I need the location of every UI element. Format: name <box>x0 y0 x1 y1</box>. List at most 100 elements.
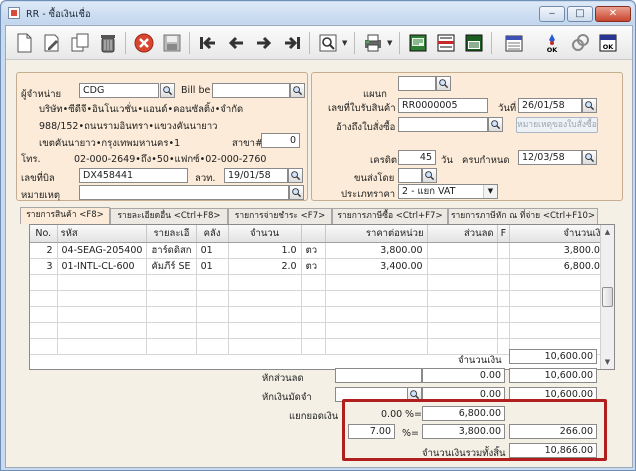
col-amount[interactable]: จำนวนเงิน <box>509 225 612 243</box>
svg-text:OK: OK <box>547 46 559 54</box>
col-unit[interactable] <box>301 225 326 243</box>
calendar-icon[interactable] <box>502 31 526 55</box>
po-reference-input[interactable] <box>398 117 488 132</box>
approve-icon[interactable]: OK <box>540 31 564 55</box>
table-header: No. รหัส รายละเอี คลัง จำนวน ราคาต่อหน่ว… <box>30 225 612 243</box>
scroll-down-icon[interactable]: ▼ <box>601 355 614 369</box>
export-icon[interactable] <box>462 31 486 55</box>
row-quantity[interactable]: 1.0 <box>228 242 302 259</box>
row-flag[interactable] <box>497 258 511 275</box>
bill-date-picker-icon[interactable] <box>288 168 303 183</box>
row-flag[interactable] <box>497 242 511 259</box>
maximize-button[interactable]: □ <box>567 6 593 22</box>
row-code[interactable]: 01-INTL-CL-600 <box>57 258 148 275</box>
first-record-icon[interactable] <box>196 31 220 55</box>
credit-label: เครดิต <box>370 155 398 166</box>
preview-icon[interactable] <box>406 31 430 55</box>
receipt-number-input[interactable]: RR0000005 <box>398 98 488 113</box>
department-lookup-icon[interactable] <box>436 76 451 91</box>
edit-icon[interactable] <box>40 31 64 55</box>
cancel-icon[interactable] <box>132 31 156 55</box>
department-input[interactable] <box>398 76 436 91</box>
billbe-lookup-icon[interactable] <box>290 83 305 98</box>
table-scrollbar[interactable]: ▲ ▼ <box>600 225 614 369</box>
col-quantity[interactable]: จำนวน <box>228 225 302 243</box>
row-unit[interactable]: ตว <box>301 242 326 259</box>
title-bar[interactable]: RR - ซื้อเงินเชื่อ ‒ □ ✕ <box>2 2 634 24</box>
table-row-empty[interactable] <box>30 322 612 339</box>
trash-icon[interactable] <box>96 31 120 55</box>
copy-icon[interactable] <box>68 31 92 55</box>
bill-date-input[interactable]: 19/01/58 <box>224 168 288 183</box>
row-unit-price[interactable]: 3,800.00 <box>325 242 428 259</box>
col-discount[interactable]: ส่วนลด <box>427 225 498 243</box>
row-unit[interactable]: ตว <box>301 258 326 275</box>
note-input[interactable] <box>79 185 289 200</box>
table-row-empty[interactable] <box>30 274 612 291</box>
col-description[interactable]: รายละเอี <box>146 225 197 243</box>
table-row[interactable]: 3 01-INTL-CL-600 คัมภีร์ SE 01 2.0 ตว 3,… <box>30 258 612 275</box>
new-document-icon[interactable] <box>12 31 36 55</box>
shipping-lookup-icon[interactable] <box>422 168 437 183</box>
branch-input[interactable]: 0 <box>261 133 300 148</box>
col-flag[interactable]: F <box>497 225 511 243</box>
unapprove-icon[interactable] <box>568 31 592 55</box>
due-date-picker-icon[interactable] <box>582 150 597 165</box>
table-row-empty[interactable] <box>30 290 612 307</box>
scroll-thumb[interactable] <box>602 287 613 307</box>
tab-payments[interactable]: รายการจ่ายชำระ <F7> <box>228 208 332 224</box>
ok-exit-icon[interactable]: OK <box>596 31 620 55</box>
svg-text:OK: OK <box>603 43 615 51</box>
col-warehouse[interactable]: คลัง <box>196 225 229 243</box>
price-type-select[interactable]: 2 - แยก VAT ▼ <box>398 184 498 199</box>
row-description[interactable]: คัมภีร์ SE <box>146 258 197 275</box>
col-no[interactable]: No. <box>30 225 58 243</box>
credit-input[interactable]: 45 <box>398 150 436 165</box>
next-record-icon[interactable] <box>252 31 276 55</box>
po-lookup-icon[interactable] <box>488 117 503 132</box>
search-icon[interactable] <box>316 31 340 55</box>
tab-purchase-tax[interactable]: รายการภาษีซื้อ <Ctrl+F7> <box>332 208 448 224</box>
shipping-label: ขนส่งโดย <box>354 173 395 184</box>
report-icon[interactable] <box>434 31 458 55</box>
save-icon[interactable] <box>160 31 184 55</box>
row-code[interactable]: 04-SEAG-205400 <box>57 242 148 259</box>
row-quantity[interactable]: 2.0 <box>228 258 302 275</box>
date-input[interactable]: 26/01/58 <box>518 98 582 113</box>
print-dropdown-icon[interactable]: ▼ <box>387 40 394 47</box>
previous-record-icon[interactable] <box>224 31 248 55</box>
tab-other-details[interactable]: รายละเอียดอื่น <Ctrl+F8> <box>110 208 228 224</box>
bill-number-input[interactable]: DX458441 <box>79 168 188 183</box>
last-record-icon[interactable] <box>280 31 304 55</box>
date-label: วันที่ <box>498 103 517 114</box>
scroll-up-icon[interactable]: ▲ <box>601 225 614 239</box>
search-dropdown-icon[interactable]: ▼ <box>342 40 349 47</box>
col-unit-price[interactable]: ราคาต่อหน่วย <box>325 225 428 243</box>
close-button[interactable]: ✕ <box>595 6 631 22</box>
shipping-input[interactable] <box>398 168 422 183</box>
row-discount[interactable] <box>427 258 498 275</box>
after-discount-value: 10,600.00 <box>509 368 597 383</box>
tab-withholding-tax[interactable]: รายการภาษีหัก ณ ที่จ่าย <Ctrl+F10> <box>448 208 598 224</box>
table-row-empty[interactable] <box>30 306 612 323</box>
tel-value: 02-000-2649•ถึง•50•แฟกซ์•02-000-2760 <box>74 154 267 165</box>
row-warehouse[interactable]: 01 <box>196 258 229 275</box>
po-note-button[interactable]: หมายเหตุของใบสั่งซื้อ <box>516 117 598 133</box>
billbe-input[interactable] <box>212 83 290 98</box>
date-picker-icon[interactable] <box>582 98 597 113</box>
due-date-input[interactable]: 12/03/58 <box>518 150 582 165</box>
supplier-lookup-icon[interactable] <box>160 83 175 98</box>
supplier-code-input[interactable]: CDG <box>79 83 159 98</box>
print-icon[interactable] <box>361 31 385 55</box>
row-warehouse[interactable]: 01 <box>196 242 229 259</box>
row-amount: 6,800.00 <box>509 258 612 275</box>
row-discount[interactable] <box>427 242 498 259</box>
discount-input[interactable] <box>335 368 422 383</box>
row-unit-price[interactable]: 3,400.00 <box>325 258 428 275</box>
note-lookup-icon[interactable] <box>289 185 304 200</box>
table-row[interactable]: 2 04-SEAG-205400 ฮาร์ดดิสก 01 1.0 ตว 3,8… <box>30 242 612 259</box>
col-code[interactable]: รหัส <box>57 225 148 243</box>
tab-items[interactable]: รายการสินค้า <F8> <box>20 207 110 224</box>
row-description[interactable]: ฮาร์ดดิสก <box>146 242 197 259</box>
minimize-button[interactable]: ‒ <box>539 6 565 22</box>
